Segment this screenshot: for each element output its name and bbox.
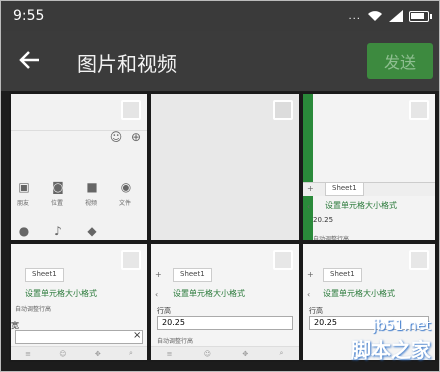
add-sheet-icon: + <box>307 184 314 193</box>
box-icon: ◆ <box>87 224 97 238</box>
setting-title: 设置单元格大小格式 <box>323 289 395 298</box>
tile-label: 视频 <box>85 200 98 207</box>
chevron-left-icon: ‹ <box>307 202 311 211</box>
value-input[interactable] <box>15 330 143 344</box>
photo-icon: ▣ <box>18 180 30 194</box>
watermark-site: jb51.net <box>372 318 431 334</box>
field-label: 行高 <box>157 307 171 315</box>
bottom-toolbar: ≡ ☺ ✥ ⌕ <box>11 346 147 360</box>
sheet-tab: Sheet1 <box>325 182 364 196</box>
bottom-toolbar: ≡ ☺ ✥ ⌕ <box>151 346 299 360</box>
tile-label: 朋友 <box>17 200 30 207</box>
setting-title: 设置单元格大小格式 <box>173 289 245 298</box>
status-time: 9:55 <box>13 8 45 24</box>
status-icons: ... <box>348 10 432 22</box>
row-header-strip <box>303 94 313 240</box>
row-height-input[interactable]: 20.25 <box>157 316 293 330</box>
select-checkbox[interactable] <box>121 100 141 120</box>
setting-title: 设置单元格大小格式 <box>325 201 397 210</box>
image-tile[interactable] <box>149 92 301 242</box>
battery-icon <box>409 10 432 22</box>
move-icon[interactable]: ✥ <box>242 350 248 358</box>
auto-fit-label: 自动调整行高 <box>15 306 52 313</box>
setting-title: 设置单元格大小格式 <box>25 289 97 298</box>
add-sheet-icon: + <box>307 270 314 279</box>
auto-fit-label: 自动调整行高 <box>157 338 194 345</box>
header-bar: 图片和视频 发送 <box>1 31 439 91</box>
contact-icon: ● <box>18 224 30 238</box>
select-checkbox[interactable] <box>273 250 293 270</box>
phone-screen: 9:55 ... 图片和视频 发送 ☺ ⊕ ▣ ◙ ■ ◉ 朋友 位置 视频 文 <box>0 0 440 372</box>
select-checkbox[interactable] <box>121 250 141 270</box>
page-title: 图片和视频 <box>77 52 177 76</box>
select-checkbox[interactable] <box>409 250 429 270</box>
sheet-tab-bar <box>303 182 435 196</box>
back-arrow-icon[interactable] <box>15 45 45 75</box>
keyboard-icon[interactable]: ≡ <box>167 350 173 358</box>
add-sheet-icon: + <box>155 270 162 279</box>
sheet-tab: Sheet1 <box>25 268 64 282</box>
plus-icon: ⊕ <box>130 130 142 144</box>
clear-icon[interactable]: × <box>133 330 141 341</box>
divider <box>11 130 147 131</box>
row-height-value: 20.25 <box>313 216 334 224</box>
search-icon[interactable]: ⌕ <box>129 349 133 358</box>
chevron-left-icon: ‹ <box>155 290 159 299</box>
mic-icon: ♪ <box>54 224 62 238</box>
watermark: jb51.net 脚本之家 <box>351 318 431 363</box>
keyboard-icon[interactable]: ≡ <box>25 350 31 358</box>
signal-icon <box>389 10 403 22</box>
chevron-left-icon: ‹ <box>307 290 311 299</box>
search-icon[interactable]: ⌕ <box>279 349 283 358</box>
watermark-name: 脚本之家 <box>351 338 431 362</box>
emoji-icon: ☺ <box>109 130 123 144</box>
status-bar: 9:55 ... <box>1 1 439 31</box>
image-tile[interactable]: Sheet1 设置单元格大小格式 自动调整行高 宽 × ≡ ☺ ✥ ⌕ <box>9 242 149 362</box>
tile-label: 文件 <box>119 200 132 207</box>
camera-icon: ◙ <box>52 180 64 194</box>
select-checkbox[interactable] <box>409 100 429 120</box>
image-tile[interactable]: + Sheet1 ‹ 设置单元格大小格式 20.25 自动调整行高 <box>301 92 437 242</box>
sheet-tab: Sheet1 <box>173 268 212 282</box>
sheet-tab: Sheet1 <box>323 268 362 282</box>
move-icon[interactable]: ✥ <box>95 350 101 358</box>
wifi-icon <box>368 11 382 21</box>
field-label: 行高 <box>309 307 323 315</box>
image-tile[interactable]: + Sheet1 ‹ 设置单元格大小格式 行高 20.25 自动调整行高 ≡ ☺… <box>149 242 301 362</box>
auto-fit-label: 自动调整行高 <box>313 236 350 242</box>
send-button[interactable]: 发送 <box>367 43 433 79</box>
smile-icon[interactable]: ☺ <box>59 350 66 358</box>
notification-dots: ... <box>348 10 361 22</box>
select-checkbox[interactable] <box>273 100 293 120</box>
image-tile[interactable]: ☺ ⊕ ▣ ◙ ■ ◉ 朋友 位置 视频 文件 ● ♪ ◆ <box>9 92 149 242</box>
smile-icon[interactable]: ☺ <box>204 350 211 358</box>
tile-label: 位置 <box>51 200 64 207</box>
location-icon: ◉ <box>120 180 132 194</box>
video-icon: ■ <box>86 180 98 194</box>
